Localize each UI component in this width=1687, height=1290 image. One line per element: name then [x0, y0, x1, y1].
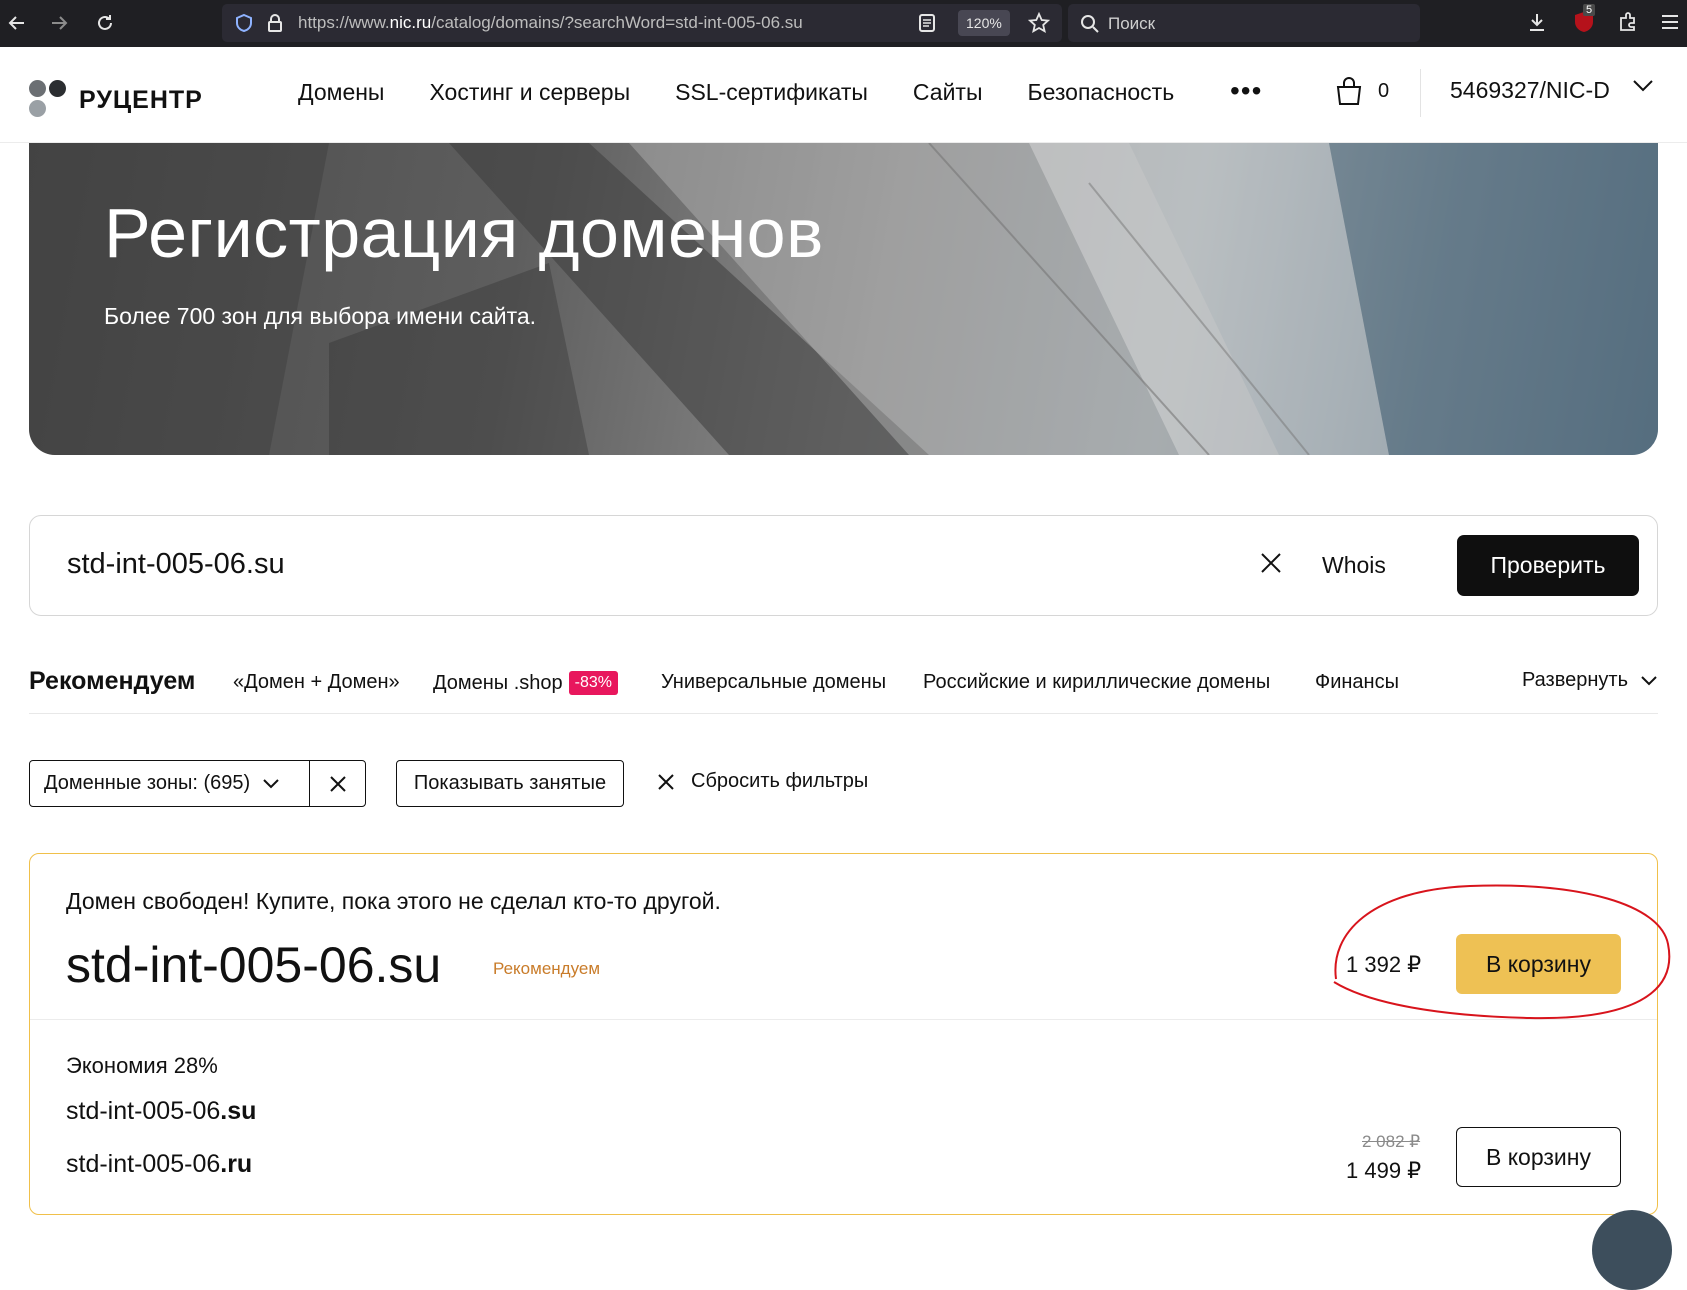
reset-filters-button[interactable]: Сбросить фильтры [657, 770, 868, 793]
expand-label: Развернуть [1521, 669, 1628, 691]
chevron-down-icon[interactable] [1632, 79, 1654, 93]
check-button[interactable]: Проверить [1457, 535, 1639, 596]
ublock-extension-icon[interactable]: 5 [1572, 4, 1596, 34]
recommend-bar: Рекомендуем «Домен + Домен» Домены .shop… [29, 664, 1658, 714]
header-divider [1420, 69, 1421, 117]
extensions-icon[interactable] [1617, 10, 1639, 32]
more-menu-icon[interactable]: ••• [1230, 75, 1262, 107]
back-arrow-icon[interactable] [2, 8, 32, 38]
bundle-domain-ru: std-int-005-06.ru [66, 1150, 252, 1179]
tab-finance[interactable]: Финансы [1315, 671, 1399, 694]
domain-result-card: Домен свободен! Купите, пока этого не сд… [29, 853, 1671, 1215]
browser-search-field[interactable]: Поиск [1068, 4, 1420, 42]
domain-search-input[interactable]: std-int-005-06.su [67, 548, 285, 581]
hero-banner: Регистрация доменов Более 700 зон для вы… [29, 143, 1658, 455]
tab-russian-domains[interactable]: Российские и кириллические домены [923, 671, 1270, 694]
domain-zones-filter: Доменные зоны: (695) [29, 760, 366, 807]
menu-item-ssl[interactable]: SSL-сертификаты [675, 79, 868, 106]
cart-count: 0 [1378, 79, 1390, 102]
clear-zones-button[interactable] [310, 761, 365, 806]
domain-name: std-int-005-06.su [66, 937, 442, 993]
availability-message: Домен свободен! Купите, пока этого не сд… [66, 888, 721, 914]
chat-widget-button[interactable] [1592, 1210, 1672, 1290]
show-taken-button[interactable]: Показывать занятые [396, 760, 624, 807]
page-subtitle: Более 700 зон для выбора имени сайта. [104, 303, 537, 329]
discount-badge: -83% [568, 671, 619, 695]
site-header: РУЦЕНТР Домены Хостинг и серверы SSL-сер… [0, 47, 1687, 143]
bundle-domain-name: std-int-005-06 [66, 1097, 221, 1125]
bundle-domain-su: std-int-005-06.su [66, 1097, 256, 1126]
address-bar[interactable]: https://www.nic.ru/catalog/domains/?sear… [222, 4, 1062, 42]
menu-item-domains[interactable]: Домены [298, 79, 384, 106]
bundle-add-to-cart-button[interactable]: В корзину [1456, 1127, 1621, 1187]
bookmark-star-icon[interactable] [1028, 12, 1050, 34]
url-text: https://www.nic.ru/catalog/domains/?sear… [298, 13, 803, 32]
domain-zones-label: Доменные зоны: (695) [44, 772, 251, 794]
reader-view-icon[interactable] [918, 13, 936, 33]
logo-dots-icon [29, 80, 69, 120]
domain-search-box: std-int-005-06.su Whois Проверить [29, 515, 1658, 616]
download-icon[interactable] [1526, 11, 1548, 33]
main-menu: Домены Хостинг и серверы SSL-сертификаты… [298, 79, 1219, 106]
tab-shop-domains[interactable]: Домены .shop -83% [433, 671, 619, 695]
tab-shop-label: Домены .shop [433, 672, 563, 694]
browser-search-placeholder: Поиск [1108, 14, 1156, 33]
menu-item-hosting[interactable]: Хостинг и серверы [429, 79, 630, 106]
brand-name: РУЦЕНТР [79, 85, 203, 114]
page-title: Регистрация доменов [104, 194, 824, 272]
expand-button[interactable]: Развернуть [1522, 669, 1658, 692]
chevron-down-icon [1641, 675, 1657, 685]
logo[interactable]: РУЦЕНТР [29, 80, 203, 120]
reset-filters-label: Сбросить фильтры [691, 770, 869, 792]
bundle-old-price: 2 082 ₽ [1362, 1132, 1421, 1151]
lock-icon[interactable] [266, 13, 284, 33]
whois-link[interactable]: Whois [1322, 552, 1386, 579]
hamburger-menu-icon[interactable] [1660, 12, 1680, 32]
cart-button[interactable]: 0 [1334, 75, 1389, 107]
close-icon [329, 775, 346, 792]
clear-search-icon[interactable] [1258, 550, 1284, 576]
bundle-domain-zone: .su [220, 1097, 257, 1125]
shopping-bag-icon [1336, 77, 1362, 105]
shield-icon[interactable] [234, 13, 254, 33]
menu-item-sites[interactable]: Сайты [913, 79, 983, 106]
bundle-savings: Экономия 28% [66, 1053, 218, 1078]
zoom-level[interactable]: 120% [958, 10, 1010, 36]
domain-result-main: Домен свободен! Купите, пока этого не сд… [30, 854, 1671, 1020]
close-icon [658, 773, 674, 790]
architecture-background-image [29, 143, 1658, 455]
forward-arrow-icon[interactable] [44, 8, 74, 38]
extension-badge: 5 [1583, 4, 1596, 16]
search-icon [1081, 15, 1099, 33]
bundle-domain-zone: .ru [220, 1150, 253, 1178]
reload-icon[interactable] [90, 8, 120, 38]
bundle-domain-name: std-int-005-06 [66, 1150, 221, 1178]
account-menu[interactable]: 5469327/NIC-D [1450, 77, 1610, 104]
chevron-down-icon [263, 778, 279, 788]
browser-toolbar: https://www.nic.ru/catalog/domains/?sear… [0, 0, 1687, 47]
tab-domain-plus-domain[interactable]: «Домен + Домен» [233, 671, 400, 694]
domain-zones-dropdown[interactable]: Доменные зоны: (695) [30, 761, 311, 806]
recommended-tag: Рекомендуем [493, 959, 601, 978]
tab-universal-domains[interactable]: Универсальные домены [661, 671, 886, 694]
recommend-title: Рекомендуем [29, 667, 196, 695]
red-annotation-circle [1333, 884, 1671, 1020]
menu-item-security[interactable]: Безопасность [1027, 79, 1174, 106]
bundle-price: 1 499 ₽ [1346, 1158, 1422, 1183]
